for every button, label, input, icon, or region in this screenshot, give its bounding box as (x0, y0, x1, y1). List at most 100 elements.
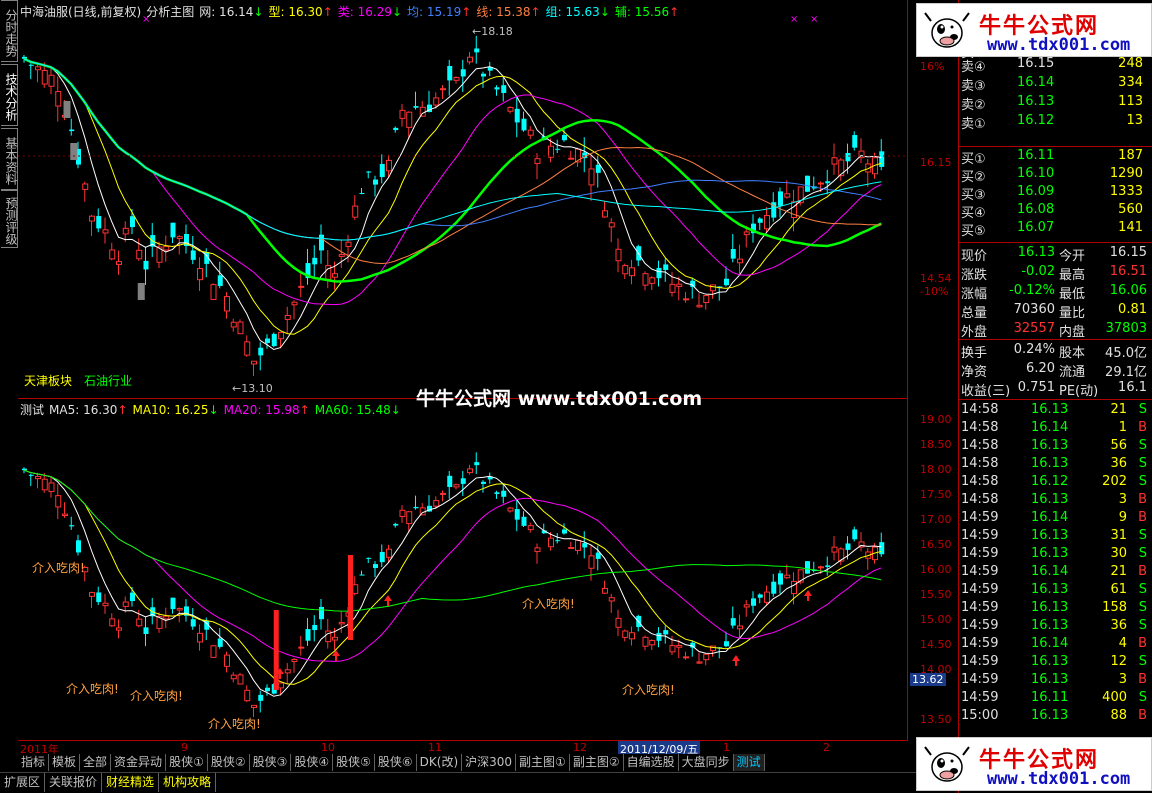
indicator-tab[interactable]: 资金异动 (111, 754, 167, 771)
signal-bar (70, 143, 78, 160)
candle-body (176, 236, 183, 240)
low-price-label: ←13.10 (232, 382, 273, 395)
tick-price: 16.11 (1031, 690, 1069, 705)
indicator-tab[interactable]: 副主图① (516, 754, 570, 771)
candle-body (332, 636, 338, 641)
indicator-tab[interactable]: 股侠⑤ (333, 754, 375, 771)
tick-side: B (1138, 672, 1147, 687)
quote-label: 涨幅 (961, 287, 988, 302)
candle-body (460, 478, 466, 484)
candle-body (352, 205, 359, 218)
indicator-tab[interactable]: DK(改) (417, 754, 463, 771)
tick-row: 14:58 16.14 1 B (961, 420, 1151, 438)
quote-label: 总量 (961, 306, 988, 321)
candle-body (737, 258, 743, 264)
indicator-tab[interactable]: 股侠⑥ (375, 754, 417, 771)
candle-body (548, 537, 554, 548)
candle-body (467, 56, 473, 63)
indicator-name[interactable]: 分析主图 (146, 3, 194, 20)
candle-body (615, 617, 622, 628)
order-price: 16.12 (1017, 113, 1055, 128)
candle-body (35, 475, 41, 480)
candle-body (608, 222, 615, 228)
candle-body (399, 109, 406, 119)
candle-body (291, 659, 298, 662)
candle-body (170, 597, 176, 610)
candle-body (332, 273, 338, 278)
indicator-tab[interactable]: 测试 (733, 754, 765, 771)
signal-annotation: 介入吃肉! (622, 683, 675, 697)
order-price: 16.10 (1017, 166, 1055, 181)
tab-technical[interactable]: 技术分析 (1, 64, 18, 126)
arrow-icon: ↓ (599, 5, 610, 19)
candle-body (730, 618, 736, 626)
tick-row: 14:59 16.13 36 S (961, 618, 1151, 636)
candle-body (379, 163, 385, 178)
signal-bar (273, 610, 279, 690)
order-volume: 1290 (1109, 166, 1143, 181)
candle-body (481, 73, 486, 77)
candle-body (852, 529, 858, 540)
candle-body (406, 111, 413, 128)
tick-time: 14:58 (961, 492, 999, 507)
candle-body (784, 193, 791, 198)
quote-label: 现价 (961, 249, 988, 264)
indicator-tab[interactable]: 股侠② (208, 754, 250, 771)
tick-time: 14:58 (961, 456, 999, 471)
candle-body (474, 462, 480, 466)
candle-body (696, 304, 703, 308)
main-chart-header: 中海油服(日线,前复权) 分析主图 网: 16.14↓ 型: 16.30↑ 类: 16.… (20, 3, 684, 20)
indicator-tab[interactable]: 自编选股 (624, 754, 679, 771)
candle-body (805, 175, 810, 192)
tick-volume: 12 (1110, 654, 1127, 669)
sector-label[interactable]: 天津板块 (24, 374, 72, 388)
candle-body (230, 674, 237, 680)
indicator-tab[interactable]: 指标 (18, 754, 50, 771)
tick-time: 14:59 (961, 564, 999, 579)
tick-volume: 21 (1110, 402, 1127, 417)
industry-label[interactable]: 石油行业 (84, 374, 132, 388)
bottom-tab[interactable]: 扩展区 (0, 773, 46, 792)
indicator-tab[interactable]: 全部 (80, 754, 112, 771)
indicator-tab[interactable]: 沪深300 (462, 754, 517, 771)
candle-body (514, 509, 520, 520)
quote-value: 37803 (1105, 321, 1147, 336)
tick-row: 14:59 16.14 21 B (961, 564, 1151, 582)
quote-row: 涨幅 -0.12% 最低 16.06 (961, 283, 1151, 302)
candle-body (743, 604, 750, 608)
candle-body (433, 97, 440, 106)
order-volume: 141 (1118, 220, 1143, 235)
indicator-tab[interactable]: 模板 (49, 754, 81, 771)
order-label: 卖① (961, 117, 986, 132)
y-tick-label: 19.00 (920, 413, 952, 426)
tab-forecast[interactable]: 预测评级 (1, 190, 18, 248)
fundamental-row: 收益(三) 0.751 PE(动) 16.1 (961, 380, 1151, 399)
indicator-tab[interactable]: 股侠③ (250, 754, 292, 771)
chart-area[interactable]: ←18.18 ←13.10 天津板块 石油行业 介入吃肉! 介入吃肉! 介入吃肉! 介入吃肉!… (18, 0, 908, 740)
indicator-tab[interactable]: 副主图② (570, 754, 624, 771)
tab-fundamentals[interactable]: 基本资料 (1, 128, 18, 190)
tick-row: 14:58 16.12 202 S (961, 474, 1151, 492)
tick-side: S (1138, 456, 1147, 471)
sub-indicator-name[interactable]: 测试 (20, 401, 44, 418)
candle-body (217, 275, 223, 286)
quote-label: 内盘 (1059, 325, 1086, 340)
indicator-tab[interactable]: 大盘同步 (679, 754, 734, 771)
bottom-tab[interactable]: 机构攻略 (159, 773, 217, 792)
order-volume: 560 (1118, 202, 1143, 217)
candle-body (703, 295, 710, 303)
indicator-tab[interactable]: 股侠① (166, 754, 208, 771)
kline-chart[interactable]: ←18.18 ←13.10 天津板块 石油行业介入吃肉! 介入吃肉! 介入吃肉! 介入吃肉!… (18, 0, 908, 740)
candle-body (656, 632, 662, 641)
candle-body (494, 87, 500, 90)
fund-label: PE(动) (1059, 384, 1099, 399)
candle-body (778, 191, 783, 206)
indicator-tab[interactable]: 股侠④ (291, 754, 334, 771)
tab-intraday[interactable]: 分时走势 (1, 0, 18, 62)
candle-body (312, 257, 318, 265)
bottom-tab[interactable]: 财经精选 (102, 773, 160, 792)
candle-body (521, 516, 527, 526)
quote-row: 总量 70360 量比 0.81 (961, 302, 1151, 321)
tick-time: 14:59 (961, 510, 999, 525)
bottom-tab[interactable]: 关联报价 (45, 773, 103, 792)
